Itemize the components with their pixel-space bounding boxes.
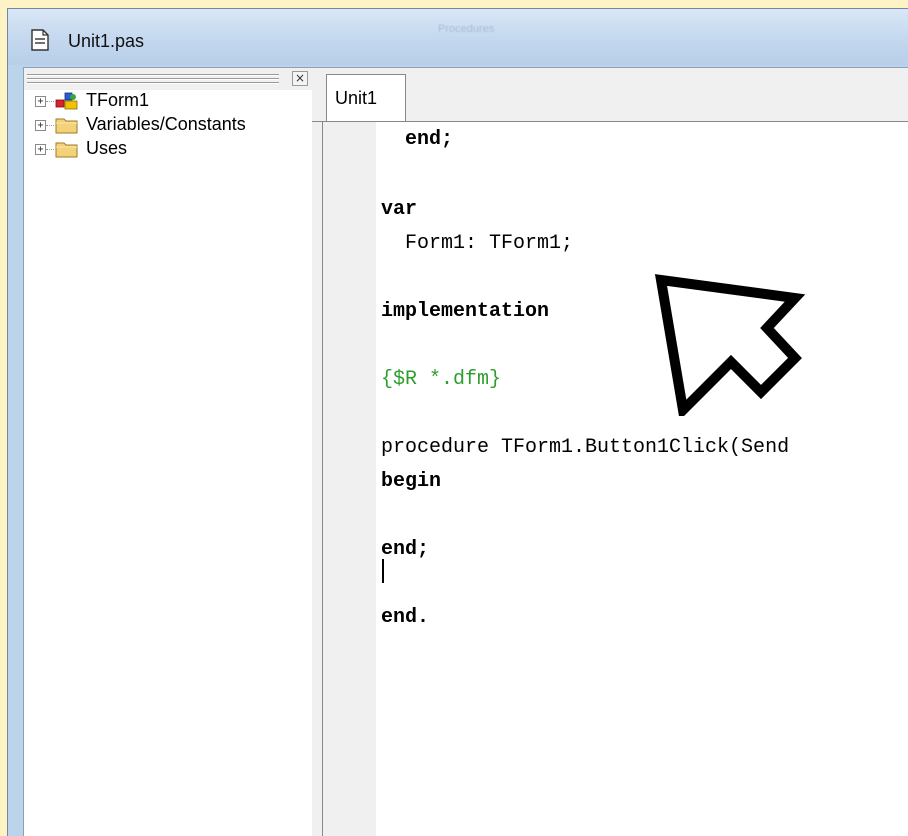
tree-item-label: Variables/Constants	[86, 114, 246, 134]
tree-item-label: Uses	[86, 138, 128, 158]
window-title: Unit1.pas	[68, 31, 145, 51]
panel-grip[interactable]: ×	[24, 68, 312, 90]
tab-strip: Unit1	[312, 68, 908, 122]
code-line: procedure TForm1.Button1Click(Send	[381, 436, 790, 459]
close-icon[interactable]: ×	[292, 71, 308, 86]
form-icon	[55, 92, 78, 110]
title-bar[interactable]: Unit1.pas Procedures	[8, 9, 908, 65]
code-line: implementation	[381, 300, 550, 323]
code-line: Form1: TForm1;	[381, 232, 574, 255]
client-area: × + TForm1 + Variables/Constants + Uses …	[23, 67, 908, 836]
code-line: var	[381, 198, 418, 221]
editor-window: Unit1.pas Procedures × + TForm1 + Variab…	[7, 8, 908, 836]
code-line: end.	[381, 606, 430, 629]
title-caption-ghost: Procedures	[438, 23, 495, 35]
expand-icon[interactable]: +	[35, 96, 46, 107]
code-editor[interactable]: end; var Form1: TForm1; implementation {…	[376, 122, 908, 836]
document-icon	[31, 29, 49, 51]
code-line: end;	[381, 128, 454, 151]
folder-icon	[55, 118, 78, 134]
cursor-arrow-icon	[654, 274, 806, 416]
tree-item-tform1[interactable]: + TForm1	[24, 90, 310, 114]
editor-gutter[interactable]	[322, 122, 378, 836]
tree-item-uses[interactable]: + Uses	[24, 138, 310, 162]
code-line: {$R *.dfm}	[381, 368, 502, 391]
folder-icon	[55, 142, 78, 158]
code-explorer-tree: + TForm1 + Variables/Constants + Uses	[24, 90, 312, 836]
expand-icon[interactable]: +	[35, 120, 46, 131]
tab-unit1[interactable]: Unit1	[326, 74, 406, 122]
code-line: end;	[381, 538, 430, 561]
code-line: begin	[381, 470, 442, 493]
text-caret	[382, 559, 384, 583]
tree-item-variables-constants[interactable]: + Variables/Constants	[24, 114, 310, 138]
expand-icon[interactable]: +	[35, 144, 46, 155]
tree-item-label: TForm1	[86, 90, 149, 110]
editor-area: Unit1 end; var Form1: TForm1; implementa…	[312, 68, 908, 836]
code-explorer-panel: × + TForm1 + Variables/Constants + Uses	[24, 68, 313, 836]
